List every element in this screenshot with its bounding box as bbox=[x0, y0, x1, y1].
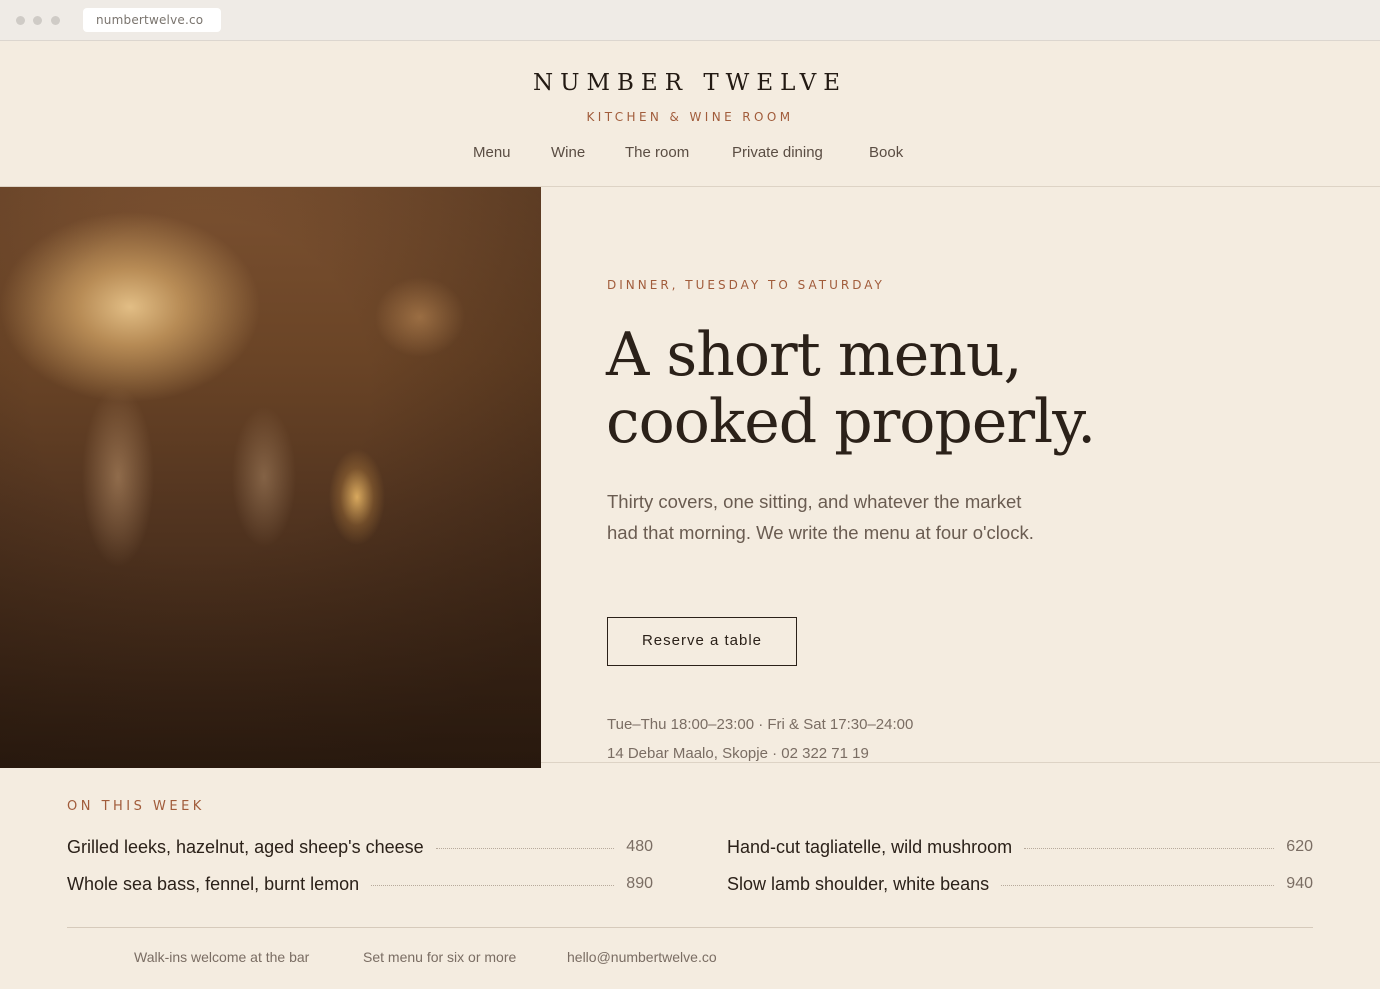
menu-item-price: 620 bbox=[1286, 838, 1313, 855]
menu-item: Whole sea bass, fennel, burnt lemon 890 bbox=[67, 872, 653, 896]
dotted-leader bbox=[435, 847, 615, 849]
dotted-leader bbox=[371, 884, 615, 886]
footer-note-set-menu: Set menu for six or more bbox=[363, 949, 517, 965]
dotted-leader bbox=[1024, 847, 1275, 849]
reserve-table-button[interactable]: Reserve a table bbox=[607, 617, 797, 666]
menu-item-name: Whole sea bass, fennel, burnt lemon bbox=[67, 873, 360, 894]
site-logo[interactable]: NUMBER TWELVE bbox=[0, 70, 1380, 96]
browser-chrome: numbertwelve.co bbox=[0, 0, 1380, 41]
hero-headline-line-1: A short menu, bbox=[606, 320, 1023, 390]
menu-item-price: 480 bbox=[626, 838, 653, 855]
window-close-dot[interactable] bbox=[16, 16, 25, 25]
menu-item-name: Slow lamb shoulder, white beans bbox=[727, 873, 990, 894]
menu-item-name: Hand-cut tagliatelle, wild mushroom bbox=[727, 836, 1013, 857]
opening-hours: Tue–Thu 18:00–23:00 · Fri & Sat 17:30–24… bbox=[607, 716, 914, 733]
main-nav: Menu Wine The room Private dining Book bbox=[0, 144, 1380, 166]
hero-headline-line-2: cooked properly. bbox=[606, 387, 1096, 457]
nav-book[interactable]: Book bbox=[869, 144, 903, 161]
window-maximize-dot[interactable] bbox=[51, 16, 60, 25]
hero-headline: A short menu, cooked properly. bbox=[606, 322, 1126, 456]
dotted-leader bbox=[1001, 884, 1275, 886]
address-bar[interactable]: numbertwelve.co bbox=[83, 8, 221, 32]
footer-divider bbox=[67, 927, 1313, 928]
nav-the-room[interactable]: The room bbox=[625, 144, 689, 161]
menu-item: Hand-cut tagliatelle, wild mushroom 620 bbox=[727, 835, 1313, 859]
footer-note-walk-ins: Walk-ins welcome at the bar bbox=[134, 949, 310, 965]
hero-image bbox=[0, 187, 541, 768]
nav-private-dining[interactable]: Private dining bbox=[732, 144, 823, 161]
site-tagline: KITCHEN & WINE ROOM bbox=[586, 110, 794, 124]
window-minimize-dot[interactable] bbox=[33, 16, 42, 25]
hero-divider bbox=[541, 762, 1380, 763]
hero-eyebrow: DINNER, TUESDAY TO SATURDAY bbox=[607, 278, 885, 292]
address-phone: 14 Debar Maalo, Skopje · 02 322 71 19 bbox=[607, 745, 869, 762]
menu-item-price: 890 bbox=[626, 875, 653, 892]
footer-email-link[interactable]: hello@numbertwelve.co bbox=[567, 949, 717, 965]
menu-item-name: Grilled leeks, hazelnut, aged sheep's ch… bbox=[67, 836, 424, 857]
menu-item: Slow lamb shoulder, white beans 940 bbox=[727, 872, 1313, 896]
hero-intro: Thirty covers, one sitting, and whatever… bbox=[607, 491, 1034, 543]
nav-wine[interactable]: Wine bbox=[551, 144, 585, 161]
nav-menu[interactable]: Menu bbox=[473, 144, 511, 161]
section-label-this-week: ON THIS WEEK bbox=[67, 799, 205, 814]
menu-item-price: 940 bbox=[1286, 875, 1313, 892]
menu-item: Grilled leeks, hazelnut, aged sheep's ch… bbox=[67, 835, 653, 859]
